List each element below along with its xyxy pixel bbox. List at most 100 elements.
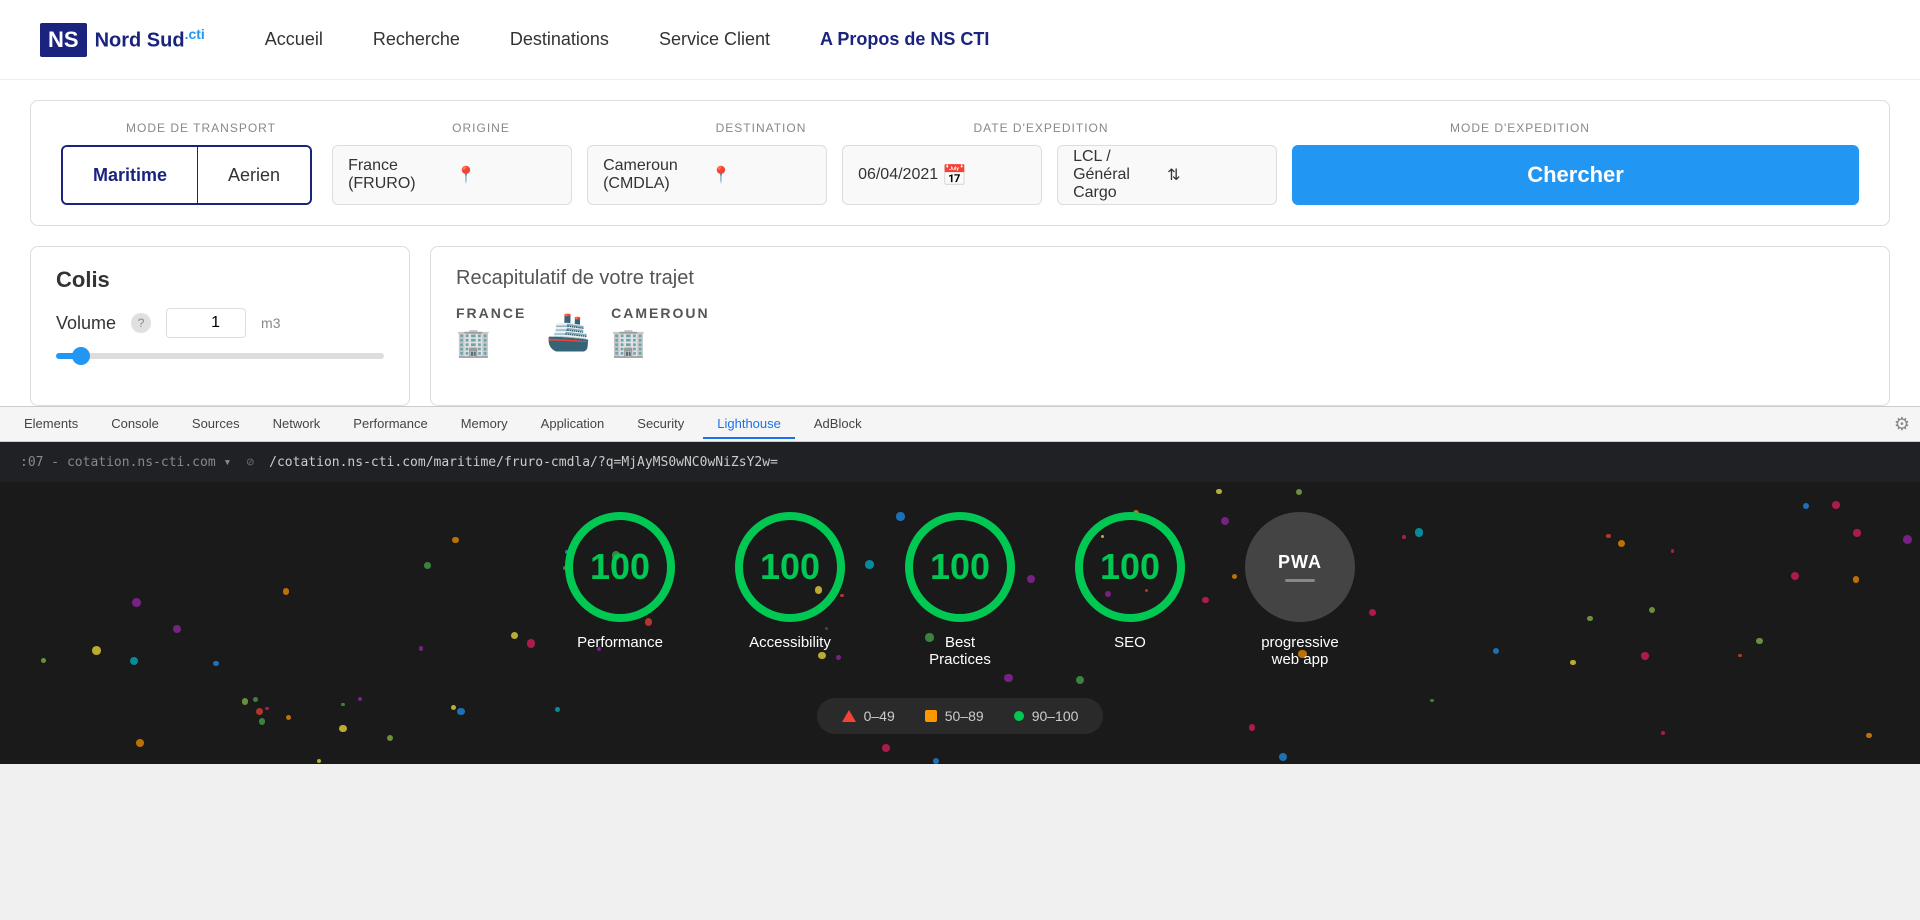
expedition-value: LCL / Général Cargo: [1073, 148, 1167, 202]
devtools-settings-icon[interactable]: ⚙: [1894, 414, 1910, 435]
label-origine: ORIGINE: [341, 121, 621, 135]
logo-text: Nord Sud.cti: [95, 26, 205, 53]
search-labels: MODE DE TRANSPORT ORIGINE DESTINATION DA…: [61, 121, 1859, 135]
label-expedition: MODE D'EXPEDITION: [1181, 121, 1859, 135]
nav-apropos[interactable]: A Propos de NS CTI: [820, 29, 989, 50]
url-address: :07 - cotation.ns-cti.com ▾: [20, 455, 231, 470]
mode-maritime-button[interactable]: Maritime: [63, 147, 198, 203]
legend-90-100: 90–100: [1014, 708, 1079, 724]
destination-label: CAMEROUN: [611, 305, 709, 321]
legend-orange-square: [925, 710, 937, 722]
lighthouse-panel: 100 Performance 100 Accessibility 100 Be…: [0, 482, 1920, 764]
volume-input[interactable]: [166, 308, 246, 338]
origine-value: France (FRURO): [348, 157, 448, 193]
date-value: 06/04/2021: [858, 166, 942, 184]
destination-building-icon: 🏢: [611, 326, 646, 359]
tab-adblock[interactable]: AdBlock: [800, 410, 876, 439]
legend-row: 0–49 50–89 90–100: [817, 698, 1104, 734]
destination-pin-icon: 📍: [711, 165, 811, 185]
pwa-circle: PWA: [1245, 512, 1355, 622]
date-field[interactable]: 06/04/2021 📅: [842, 145, 1042, 205]
seo-circle: 100: [1075, 512, 1185, 622]
volume-label: Volume: [56, 313, 116, 334]
score-best-practices: 100 BestPractices: [905, 512, 1015, 668]
colis-panel: Colis Volume ? m3: [30, 246, 410, 406]
seo-label: SEO: [1114, 634, 1146, 651]
tab-lighthouse[interactable]: Lighthouse: [703, 410, 795, 439]
best-practices-circle: 100: [905, 512, 1015, 622]
performance-value: 100: [590, 546, 650, 588]
origin-icons: 🏢: [456, 326, 526, 359]
calendar-icon: 📅: [942, 163, 1026, 188]
colis-title: Colis: [56, 267, 384, 293]
recap-panel: Recapitulatif de votre trajet FRANCE 🏢 🚢…: [430, 246, 1890, 406]
legend-red-triangle: [842, 710, 856, 722]
recap-title: Recapitulatif de votre trajet: [456, 267, 1864, 290]
label-date: DATE D'EXPEDITION: [901, 121, 1181, 135]
mode-transport-selector: Maritime Aerien: [61, 145, 312, 205]
volume-unit: m3: [261, 315, 280, 331]
performance-label: Performance: [577, 634, 663, 651]
tab-memory[interactable]: Memory: [447, 410, 522, 439]
legend-50-89: 50–89: [925, 708, 984, 724]
best-practices-value: 100: [930, 546, 990, 588]
pwa-dash: [1285, 579, 1315, 582]
url-bar: :07 - cotation.ns-cti.com ▾ ⊘ /cotation.…: [0, 442, 1920, 482]
nav-service-client[interactable]: Service Client: [659, 29, 770, 50]
origin-label: FRANCE: [456, 305, 526, 321]
nav-destinations[interactable]: Destinations: [510, 29, 609, 50]
accessibility-circle: 100: [735, 512, 845, 622]
tab-sources[interactable]: Sources: [178, 410, 254, 439]
expedition-select[interactable]: LCL / Général Cargo ⇅: [1057, 145, 1277, 205]
search-row: Maritime Aerien France (FRURO) 📍 Camerou…: [61, 145, 1859, 205]
nav-links: Accueil Recherche Destinations Service C…: [265, 29, 990, 50]
destination-field[interactable]: Cameroun (CMDLA) 📍: [587, 145, 827, 205]
logo-brand: Nord Sud: [95, 30, 185, 52]
logo-cti: .cti: [185, 26, 205, 42]
tab-performance[interactable]: Performance: [339, 410, 441, 439]
origine-field[interactable]: France (FRURO) 📍: [332, 145, 572, 205]
ship-icon: 🚢: [546, 311, 591, 353]
score-seo: 100 SEO: [1075, 512, 1185, 651]
tab-elements[interactable]: Elements: [10, 410, 92, 439]
label-mode: MODE DE TRANSPORT: [61, 121, 341, 135]
mode-aerien-button[interactable]: Aerien: [198, 147, 310, 203]
pwa-text: PWA: [1278, 552, 1322, 573]
search-panel: MODE DE TRANSPORT ORIGINE DESTINATION DA…: [30, 100, 1890, 226]
no-image-icon: ⊘: [246, 455, 254, 470]
devtools-bar: Elements Console Sources Network Perform…: [0, 406, 1920, 442]
tab-network[interactable]: Network: [259, 410, 335, 439]
navbar: NS Nord Sud.cti Accueil Recherche Destin…: [0, 0, 1920, 80]
tab-security[interactable]: Security: [623, 410, 698, 439]
accessibility-label: Accessibility: [749, 634, 831, 651]
legend-50-89-label: 50–89: [945, 708, 984, 724]
score-performance: 100 Performance: [565, 512, 675, 651]
label-destination: DESTINATION: [621, 121, 901, 135]
volume-help-icon[interactable]: ?: [131, 313, 151, 333]
pwa-label: progressiveweb app: [1261, 634, 1339, 668]
nav-recherche[interactable]: Recherche: [373, 29, 460, 50]
logo-ns: NS: [40, 23, 87, 57]
legend-green-dot: [1014, 711, 1024, 721]
recap-route: FRANCE 🏢 🚢 CAMEROUN 🏢: [456, 305, 1864, 359]
origin-building-icon: 🏢: [456, 326, 491, 359]
nav-accueil[interactable]: Accueil: [265, 29, 323, 50]
tab-console[interactable]: Console: [97, 410, 173, 439]
accessibility-value: 100: [760, 546, 820, 588]
performance-circle: 100: [565, 512, 675, 622]
slider-thumb[interactable]: [72, 347, 90, 365]
lower-panel: Colis Volume ? m3 Recapitulatif de votre…: [30, 246, 1890, 406]
volume-row: Volume ? m3: [56, 308, 384, 338]
logo: NS Nord Sud.cti: [40, 23, 205, 57]
legend-0-49-label: 0–49: [864, 708, 895, 724]
destination-value: Cameroun (CMDLA): [603, 157, 703, 193]
tab-application[interactable]: Application: [527, 410, 619, 439]
score-pwa: PWA progressiveweb app: [1245, 512, 1355, 668]
chercher-button[interactable]: Chercher: [1292, 145, 1859, 205]
arrow-up-down-icon: ⇅: [1167, 165, 1261, 185]
scores-row: 100 Performance 100 Accessibility 100 Be…: [565, 512, 1355, 668]
legend-0-49: 0–49: [842, 708, 895, 724]
best-practices-label: BestPractices: [929, 634, 991, 668]
origine-pin-icon: 📍: [456, 165, 556, 185]
volume-slider[interactable]: [56, 353, 384, 359]
